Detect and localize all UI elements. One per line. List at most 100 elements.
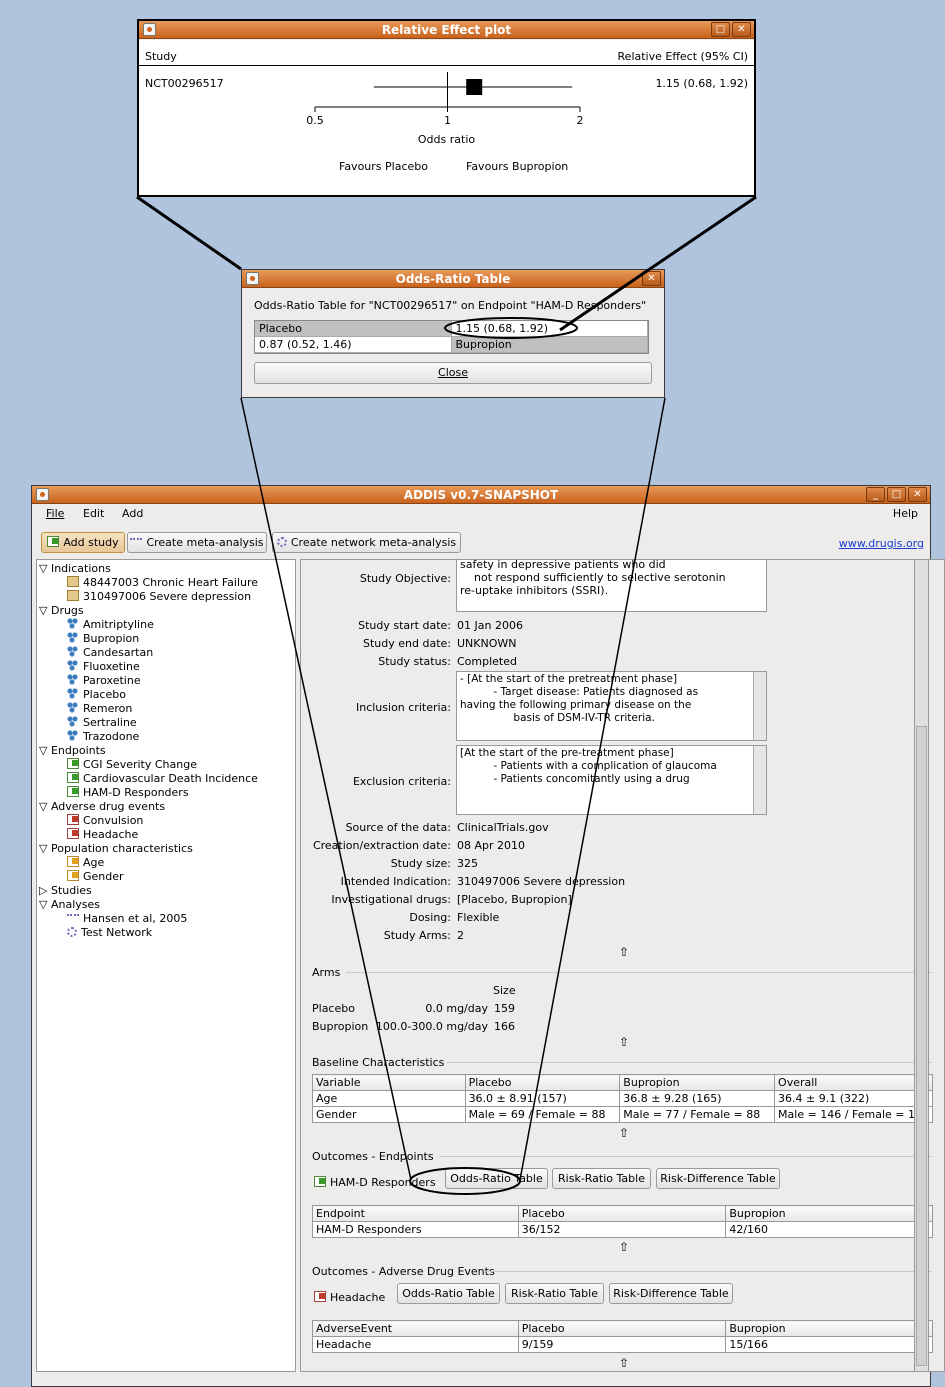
odds-ratio-table-button[interactable]: Odds-Ratio Table bbox=[445, 1168, 548, 1189]
tree-item-drug[interactable]: Fluoxetine bbox=[67, 660, 140, 674]
arms-size-header: Size bbox=[493, 984, 516, 997]
risk-ratio-table-button[interactable]: Risk-Ratio Table bbox=[552, 1168, 651, 1189]
column-header[interactable]: Endpoint bbox=[312, 1205, 519, 1222]
column-header[interactable]: Bupropion bbox=[725, 1320, 933, 1337]
network-icon bbox=[276, 537, 287, 547]
tree-node-adverse-events[interactable]: ▽ Adverse drug events bbox=[39, 800, 165, 814]
end-date-value: UNKNOWN bbox=[457, 637, 517, 650]
close-icon[interactable]: ✕ bbox=[642, 271, 661, 286]
tree-item-drug[interactable]: Bupropion bbox=[67, 632, 139, 646]
collapse-up-icon[interactable]: ⇧ bbox=[619, 1240, 629, 1254]
tree-item-indication[interactable]: 48447003 Chronic Heart Failure bbox=[67, 576, 258, 590]
tree-node-indications[interactable]: ▽ Indications bbox=[39, 562, 111, 576]
minimize-icon[interactable]: _ bbox=[866, 487, 885, 502]
tree-item-population[interactable]: Gender bbox=[67, 870, 124, 884]
risk-difference-table-button[interactable]: Risk-Difference Table bbox=[656, 1168, 780, 1189]
tree-node-population[interactable]: ▽ Population characteristics bbox=[39, 842, 193, 856]
table-row[interactable]: Gender Male = 69 / Female = 88 Male = 77… bbox=[312, 1106, 933, 1123]
column-header[interactable]: Bupropion bbox=[725, 1205, 933, 1222]
column-header-study: Study bbox=[145, 50, 177, 63]
table-cell: 15/166 bbox=[725, 1336, 933, 1353]
table-row[interactable]: Age 36.0 ± 8.91 (157) 36.8 ± 9.28 (165) … bbox=[312, 1090, 933, 1107]
drug-icon bbox=[67, 632, 79, 643]
tree-node-endpoints[interactable]: ▽ Endpoints bbox=[39, 744, 106, 758]
add-study-label: Add study bbox=[63, 536, 119, 549]
table-cell: Male = 146 / Female = 176 bbox=[774, 1106, 933, 1123]
separator bbox=[447, 1062, 932, 1063]
dosing-label: Dosing: bbox=[409, 911, 451, 924]
tree-node-analyses[interactable]: ▽ Analyses bbox=[39, 898, 100, 912]
tree-item-endpoint[interactable]: Cardiovascular Death Incidence bbox=[67, 772, 258, 786]
column-header[interactable]: Placebo bbox=[517, 1320, 727, 1337]
collapse-up-icon[interactable]: ⇧ bbox=[619, 945, 629, 959]
create-network-meta-analysis-button[interactable]: Create network meta-analysis bbox=[272, 532, 461, 553]
column-header[interactable]: Placebo bbox=[517, 1205, 727, 1222]
grid-cell[interactable]: 0.87 (0.52, 1.46) bbox=[255, 337, 452, 353]
collapse-up-icon[interactable]: ⇧ bbox=[619, 1035, 629, 1049]
tree-node-studies[interactable]: ▷ Studies bbox=[39, 884, 92, 898]
drug-icon bbox=[67, 716, 79, 727]
close-button[interactable]: Close bbox=[254, 362, 652, 384]
arms-count-label: Study Arms: bbox=[383, 929, 451, 942]
inclusion-text[interactable]: - [At the start of the pretreatment phas… bbox=[456, 671, 767, 741]
java-app-icon bbox=[143, 23, 156, 36]
column-header[interactable]: Bupropion bbox=[619, 1074, 776, 1091]
column-header[interactable]: Variable bbox=[312, 1074, 466, 1091]
tree-item-indication[interactable]: 310497006 Severe depression bbox=[67, 590, 251, 604]
add-study-button[interactable]: Add study bbox=[41, 532, 125, 553]
tree-node-drugs[interactable]: ▽ Drugs bbox=[39, 604, 84, 618]
exclusion-text[interactable]: [At the start of the pre-treatment phase… bbox=[456, 745, 767, 815]
menu-edit[interactable]: Edit bbox=[83, 507, 104, 520]
menu-file[interactable]: File bbox=[46, 507, 64, 520]
close-icon[interactable]: ✕ bbox=[732, 22, 751, 37]
tree-item-endpoint[interactable]: CGI Severity Change bbox=[67, 758, 197, 772]
collapse-up-icon[interactable]: ⇧ bbox=[619, 1356, 629, 1370]
table-row[interactable]: HAM-D Responders 36/152 42/160 bbox=[312, 1221, 933, 1238]
endpoint-icon bbox=[67, 758, 79, 769]
plot-titlebar[interactable]: Relative Effect plot □ ✕ bbox=[139, 21, 754, 39]
create-meta-analysis-button[interactable]: Create meta-analysis bbox=[127, 532, 267, 553]
maximize-icon[interactable]: □ bbox=[887, 487, 906, 502]
callout-line bbox=[136, 195, 242, 271]
tree-item-endpoint[interactable]: HAM-D Responders bbox=[67, 786, 189, 800]
study-view-panel: Study Objective: safety in depressive pa… bbox=[300, 559, 945, 1372]
vertical-scrollbar[interactable] bbox=[914, 559, 929, 1372]
axis-label: Odds ratio bbox=[417, 133, 476, 146]
tree-item-drug[interactable]: Paroxetine bbox=[67, 674, 141, 688]
tree-item-drug[interactable]: Sertraline bbox=[67, 716, 137, 730]
scrollbar-thumb[interactable] bbox=[916, 726, 927, 1366]
tree-item-analysis[interactable]: Test Network bbox=[67, 926, 152, 940]
menu-add[interactable]: Add bbox=[122, 507, 143, 520]
table-row[interactable]: Headache 9/159 15/166 bbox=[312, 1336, 933, 1353]
drugis-link[interactable]: www.drugis.org bbox=[839, 537, 924, 550]
menu-help[interactable]: Help bbox=[893, 507, 918, 520]
tree-item-population[interactable]: Age bbox=[67, 856, 104, 870]
exclusion-scrollbar[interactable] bbox=[753, 746, 766, 814]
inclusion-scrollbar[interactable] bbox=[753, 672, 766, 740]
close-icon[interactable]: ✕ bbox=[908, 487, 927, 502]
column-header[interactable]: AdverseEvent bbox=[312, 1320, 519, 1337]
drug-icon bbox=[67, 674, 79, 685]
maximize-icon[interactable]: □ bbox=[711, 22, 730, 37]
tree-item-drug[interactable]: Trazodone bbox=[67, 730, 139, 744]
column-header[interactable]: Placebo bbox=[464, 1074, 621, 1091]
main-titlebar[interactable]: ADDIS v0.7-SNAPSHOT _ □ ✕ bbox=[32, 486, 930, 504]
grid-cell[interactable]: 1.15 (0.68, 1.92) bbox=[451, 321, 648, 337]
risk-difference-table-button[interactable]: Risk-Difference Table bbox=[609, 1283, 733, 1304]
tree-item-drug[interactable]: Candesartan bbox=[67, 646, 153, 660]
tree-item-analysis[interactable]: Hansen et al, 2005 bbox=[67, 912, 187, 926]
risk-ratio-table-button[interactable]: Risk-Ratio Table bbox=[505, 1283, 604, 1304]
size-label: Study size: bbox=[390, 857, 451, 870]
tree-item-drug[interactable]: Placebo bbox=[67, 688, 126, 702]
dialog-titlebar[interactable]: Odds-Ratio Table ✕ bbox=[242, 270, 664, 288]
relative-effect-plot-window: Relative Effect plot □ ✕ Study Relative … bbox=[137, 19, 756, 197]
column-header[interactable]: Overall bbox=[774, 1074, 933, 1091]
objective-text[interactable]: safety in depressive patients who did no… bbox=[456, 560, 767, 612]
java-app-icon bbox=[246, 272, 259, 285]
tree-item-drug[interactable]: Remeron bbox=[67, 702, 132, 716]
collapse-up-icon[interactable]: ⇧ bbox=[619, 1126, 629, 1140]
tree-item-drug[interactable]: Amitriptyline bbox=[67, 618, 154, 632]
odds-ratio-table-button[interactable]: Odds-Ratio Table bbox=[397, 1283, 500, 1304]
tree-item-adverse-event[interactable]: Headache bbox=[67, 828, 138, 842]
tree-item-adverse-event[interactable]: Convulsion bbox=[67, 814, 143, 828]
